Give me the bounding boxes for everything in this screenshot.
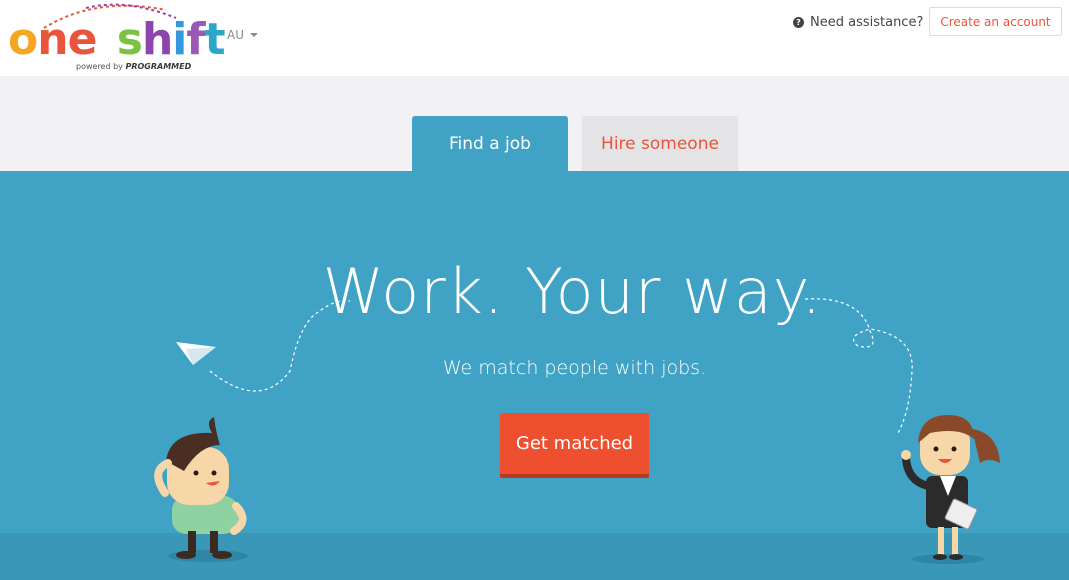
caret-down-icon [250, 33, 258, 37]
assistance-link[interactable]: ? Need assistance? [793, 15, 923, 30]
tab-hire-someone[interactable]: Hire someone [582, 116, 738, 171]
assistance-label: Need assistance? [810, 15, 924, 30]
oneshift-logo[interactable]: one shift powered by PROGRAMMED [8, 2, 226, 74]
logo-wordmark: one shift [8, 14, 226, 65]
logo-powered-by: powered by PROGRAMMED [76, 62, 192, 71]
get-matched-button[interactable]: Get matched [500, 413, 649, 474]
hero-section: Work. Your way. We match people with job… [0, 171, 1069, 580]
question-circle-icon: ? [793, 17, 804, 28]
create-account-button[interactable]: Create an account [929, 7, 1062, 36]
region-label: AU [227, 28, 244, 42]
woman-character [901, 415, 1000, 564]
hero-subtitle: We match people with jobs. [442, 357, 707, 379]
man-character [154, 417, 248, 562]
site-header: one shift powered by PROGRAMMED AU ? Nee… [0, 0, 1069, 76]
region-selector[interactable]: AU [227, 28, 258, 42]
hero-title: Work. Your way. [322, 255, 823, 328]
tab-find-a-job[interactable]: Find a job [412, 116, 568, 171]
